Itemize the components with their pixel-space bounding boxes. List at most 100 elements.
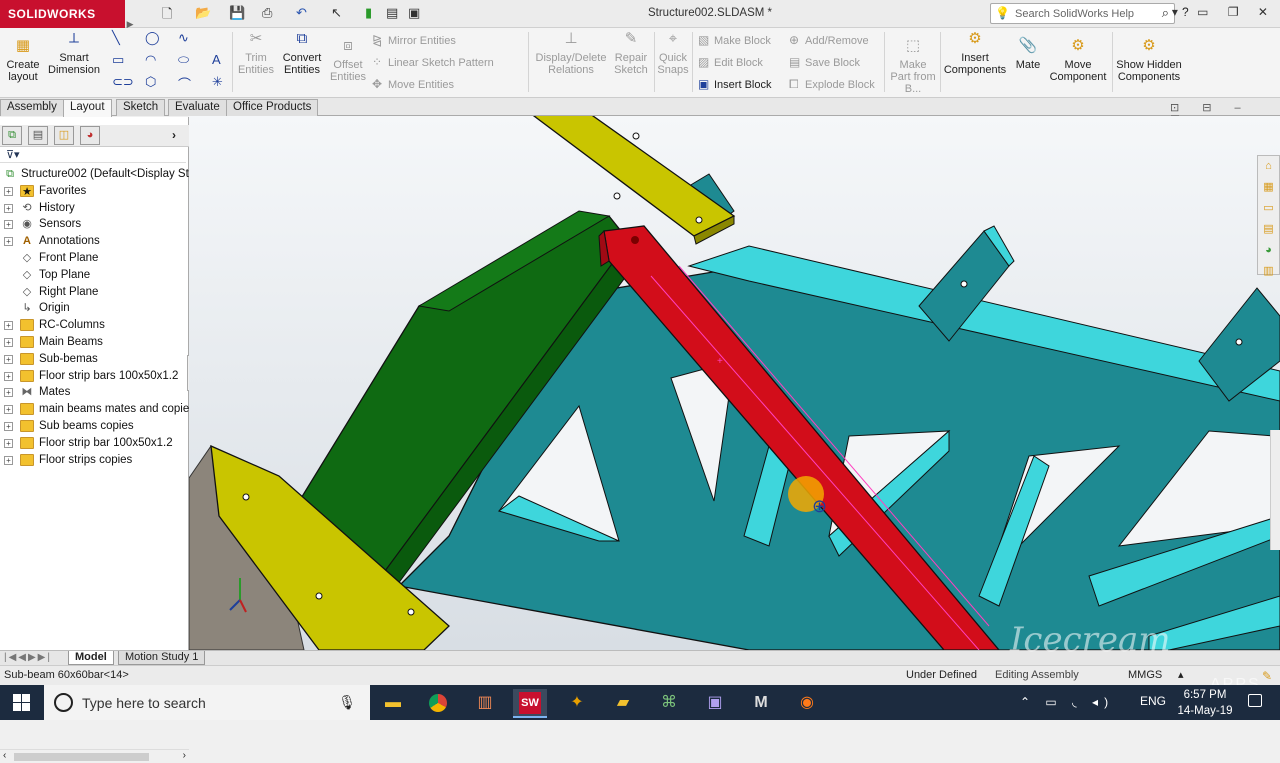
- tree-item[interactable]: + ⟲ History: [0, 200, 189, 217]
- file-explorer-taskbar-icon[interactable]: ▬: [376, 689, 410, 718]
- tab-motion-study[interactable]: Motion Study 1: [118, 651, 206, 665]
- select-arrow-icon[interactable]: ↖: [331, 5, 342, 23]
- tree-item[interactable]: + Sub beams copies: [0, 418, 189, 435]
- tree-item[interactable]: + Floor strip bar 100x50x1.2: [0, 435, 189, 452]
- expand-toggle-icon[interactable]: +: [4, 371, 13, 381]
- game-icon[interactable]: ✦: [560, 689, 594, 718]
- text-icon[interactable]: A: [212, 52, 221, 67]
- make-block-button[interactable]: ▧ Make Block: [698, 33, 771, 47]
- tab-navigation-icon[interactable]: |◀◀▶▶|: [4, 652, 52, 663]
- expand-toggle-icon[interactable]: +: [4, 388, 13, 398]
- save-block-button[interactable]: ▤ Save Block: [789, 55, 860, 69]
- convert-entities-button[interactable]: ⧉ Convert Entities: [280, 31, 324, 76]
- expand-toggle-icon[interactable]: +: [4, 438, 13, 448]
- spline-icon[interactable]: ∿: [178, 30, 189, 46]
- tree-item[interactable]: + ⧓ Mates: [0, 384, 189, 401]
- appearances-icon[interactable]: ◕: [1258, 240, 1279, 261]
- circle-icon[interactable]: ◯: [145, 30, 160, 46]
- quick-snaps-button[interactable]: ⌖ Quick Snaps: [656, 31, 690, 76]
- file-explorer-icon[interactable]: ▭: [1258, 198, 1279, 219]
- display-manager-icon[interactable]: ◕: [80, 126, 100, 145]
- ellipse-icon[interactable]: ⬭: [178, 52, 189, 68]
- unit-system[interactable]: MMGS: [1128, 666, 1162, 684]
- feature-tree-icon[interactable]: ⧉: [2, 126, 22, 145]
- print-icon[interactable]: ⎙: [262, 5, 272, 23]
- home-icon[interactable]: ⌂: [1258, 156, 1279, 177]
- chrome-icon[interactable]: [421, 689, 455, 718]
- property-manager-icon[interactable]: ▤: [28, 126, 48, 145]
- tab-evaluate[interactable]: Evaluate: [168, 99, 227, 116]
- tree-item[interactable]: + Floor strips copies: [0, 452, 189, 469]
- tab-office-products[interactable]: Office Products: [226, 99, 319, 116]
- smart-dimension-button[interactable]: ⟂ Smart Dimension: [46, 31, 102, 76]
- tab-sketch[interactable]: Sketch: [116, 99, 166, 116]
- options-icon[interactable]: ▣: [408, 5, 420, 23]
- structure-model[interactable]: ⊕ +: [189, 116, 1280, 650]
- tree-item[interactable]: + ★ Favorites: [0, 183, 189, 200]
- move-entities-button[interactable]: ✥ Move Entities: [372, 77, 454, 91]
- line-icon[interactable]: ╲: [112, 30, 120, 46]
- tab-layout[interactable]: Layout: [63, 99, 112, 117]
- tree-item[interactable]: + Main Beams: [0, 334, 189, 351]
- expand-toggle-icon[interactable]: +: [4, 220, 13, 230]
- search-icon[interactable]: ⌕: [1162, 5, 1169, 21]
- window-controls[interactable]: ▾ ▭ ❐ ✕: [1172, 5, 1276, 19]
- edit-block-button[interactable]: ▨ Edit Block: [698, 55, 763, 69]
- tree-item[interactable]: + main beams mates and copies: [0, 401, 189, 418]
- new-document-icon[interactable]: 🗋: [162, 5, 172, 23]
- tab-assembly[interactable]: Assembly: [0, 99, 64, 116]
- expand-toggle-icon[interactable]: +: [4, 455, 13, 465]
- expand-toggle-icon[interactable]: +: [4, 203, 13, 213]
- graphics-viewport[interactable]: ⊕ + 🔍︎ 🔍︎ ✎ ⬚ ⬚▾ ⬚▾ ◐▾ ● ●▾ ▭▾: [189, 116, 1280, 650]
- tree-root-assembly[interactable]: ⧉ Structure002 (Default<Display Sta: [0, 166, 189, 183]
- tree-item[interactable]: ◇ Right Plane: [0, 284, 189, 301]
- make-part-from-block-button[interactable]: ⬚ Make Part from B...: [888, 38, 938, 95]
- tree-item[interactable]: ◇ Top Plane: [0, 267, 189, 284]
- arc-icon[interactable]: ◠: [145, 52, 156, 68]
- scroll-right-icon[interactable]: ›: [183, 750, 186, 761]
- notification-icon[interactable]: [1248, 694, 1262, 707]
- expand-toggle-icon[interactable]: +: [4, 237, 13, 247]
- create-layout-button[interactable]: ▦ Create layout: [4, 38, 42, 83]
- tree-item[interactable]: + A Annotations: [0, 233, 189, 250]
- rebuild-status-icon[interactable]: ✎: [1262, 667, 1272, 685]
- expand-toggle-icon[interactable]: +: [4, 186, 13, 196]
- offset-entities-button[interactable]: ⧈ Offset Entities: [328, 38, 368, 83]
- solidworks-logo[interactable]: SOLIDWORKS ▶: [0, 0, 133, 29]
- help-search-box[interactable]: 💡 Search SolidWorks Help ⌕: [990, 3, 1175, 24]
- gallery-icon[interactable]: ▣: [698, 689, 732, 718]
- linear-sketch-pattern-button[interactable]: ⁘ Linear Sketch Pattern: [372, 55, 494, 69]
- fillet-icon[interactable]: ⌒: [178, 74, 191, 93]
- tree-item[interactable]: ◇ Front Plane: [0, 250, 189, 267]
- tool-icon[interactable]: ⌘: [652, 689, 686, 718]
- recorder-icon[interactable]: ◉: [790, 689, 824, 718]
- expand-toggle-icon[interactable]: +: [4, 405, 13, 415]
- rebuild-icon[interactable]: ▮: [365, 5, 372, 23]
- open-folder-icon[interactable]: 📂: [195, 5, 211, 23]
- custom-properties-icon[interactable]: ▥: [1258, 261, 1279, 282]
- filter-icon[interactable]: ⊽▾: [0, 148, 186, 163]
- windows-start-icon[interactable]: [13, 694, 30, 711]
- tree-item[interactable]: + Floor strip bars 100x50x1.2: [0, 368, 189, 385]
- tree-item[interactable]: ↳ Origin: [0, 300, 189, 317]
- undo-icon[interactable]: ↶: [296, 5, 307, 23]
- tab-model[interactable]: Model: [68, 651, 114, 665]
- expand-panel-icon[interactable]: ›: [172, 128, 176, 142]
- rectangle-icon[interactable]: ▭: [112, 52, 124, 68]
- scroll-left-icon[interactable]: ‹: [3, 750, 6, 761]
- display-delete-relations-button[interactable]: ⊥ Display/Delete Relations: [534, 31, 608, 76]
- polygon-icon[interactable]: ⬡: [145, 74, 156, 90]
- mirror-entities-button[interactable]: ⧎ Mirror Entities: [372, 33, 456, 47]
- expand-toggle-icon[interactable]: +: [4, 354, 13, 364]
- system-tray-icons[interactable]: ⌃ ▭ ◟ ◂): [1020, 695, 1114, 709]
- mate-button[interactable]: 📎 Mate: [1012, 38, 1044, 71]
- language-indicator[interactable]: ENG: [1140, 694, 1166, 708]
- document-icon[interactable]: ▰: [606, 689, 640, 718]
- view-palette-icon[interactable]: ▤: [1258, 219, 1279, 240]
- tree-item[interactable]: + Sub-bemas: [0, 351, 189, 368]
- design-library-icon[interactable]: ▦: [1258, 177, 1279, 198]
- slot-icon[interactable]: ⊂⊃: [112, 74, 134, 90]
- units-dropdown-icon[interactable]: ▴: [1178, 666, 1184, 684]
- insert-block-button[interactable]: ▣ Insert Block: [698, 77, 771, 91]
- show-hidden-components-button[interactable]: ⚙ Show Hidden Components: [1114, 38, 1184, 83]
